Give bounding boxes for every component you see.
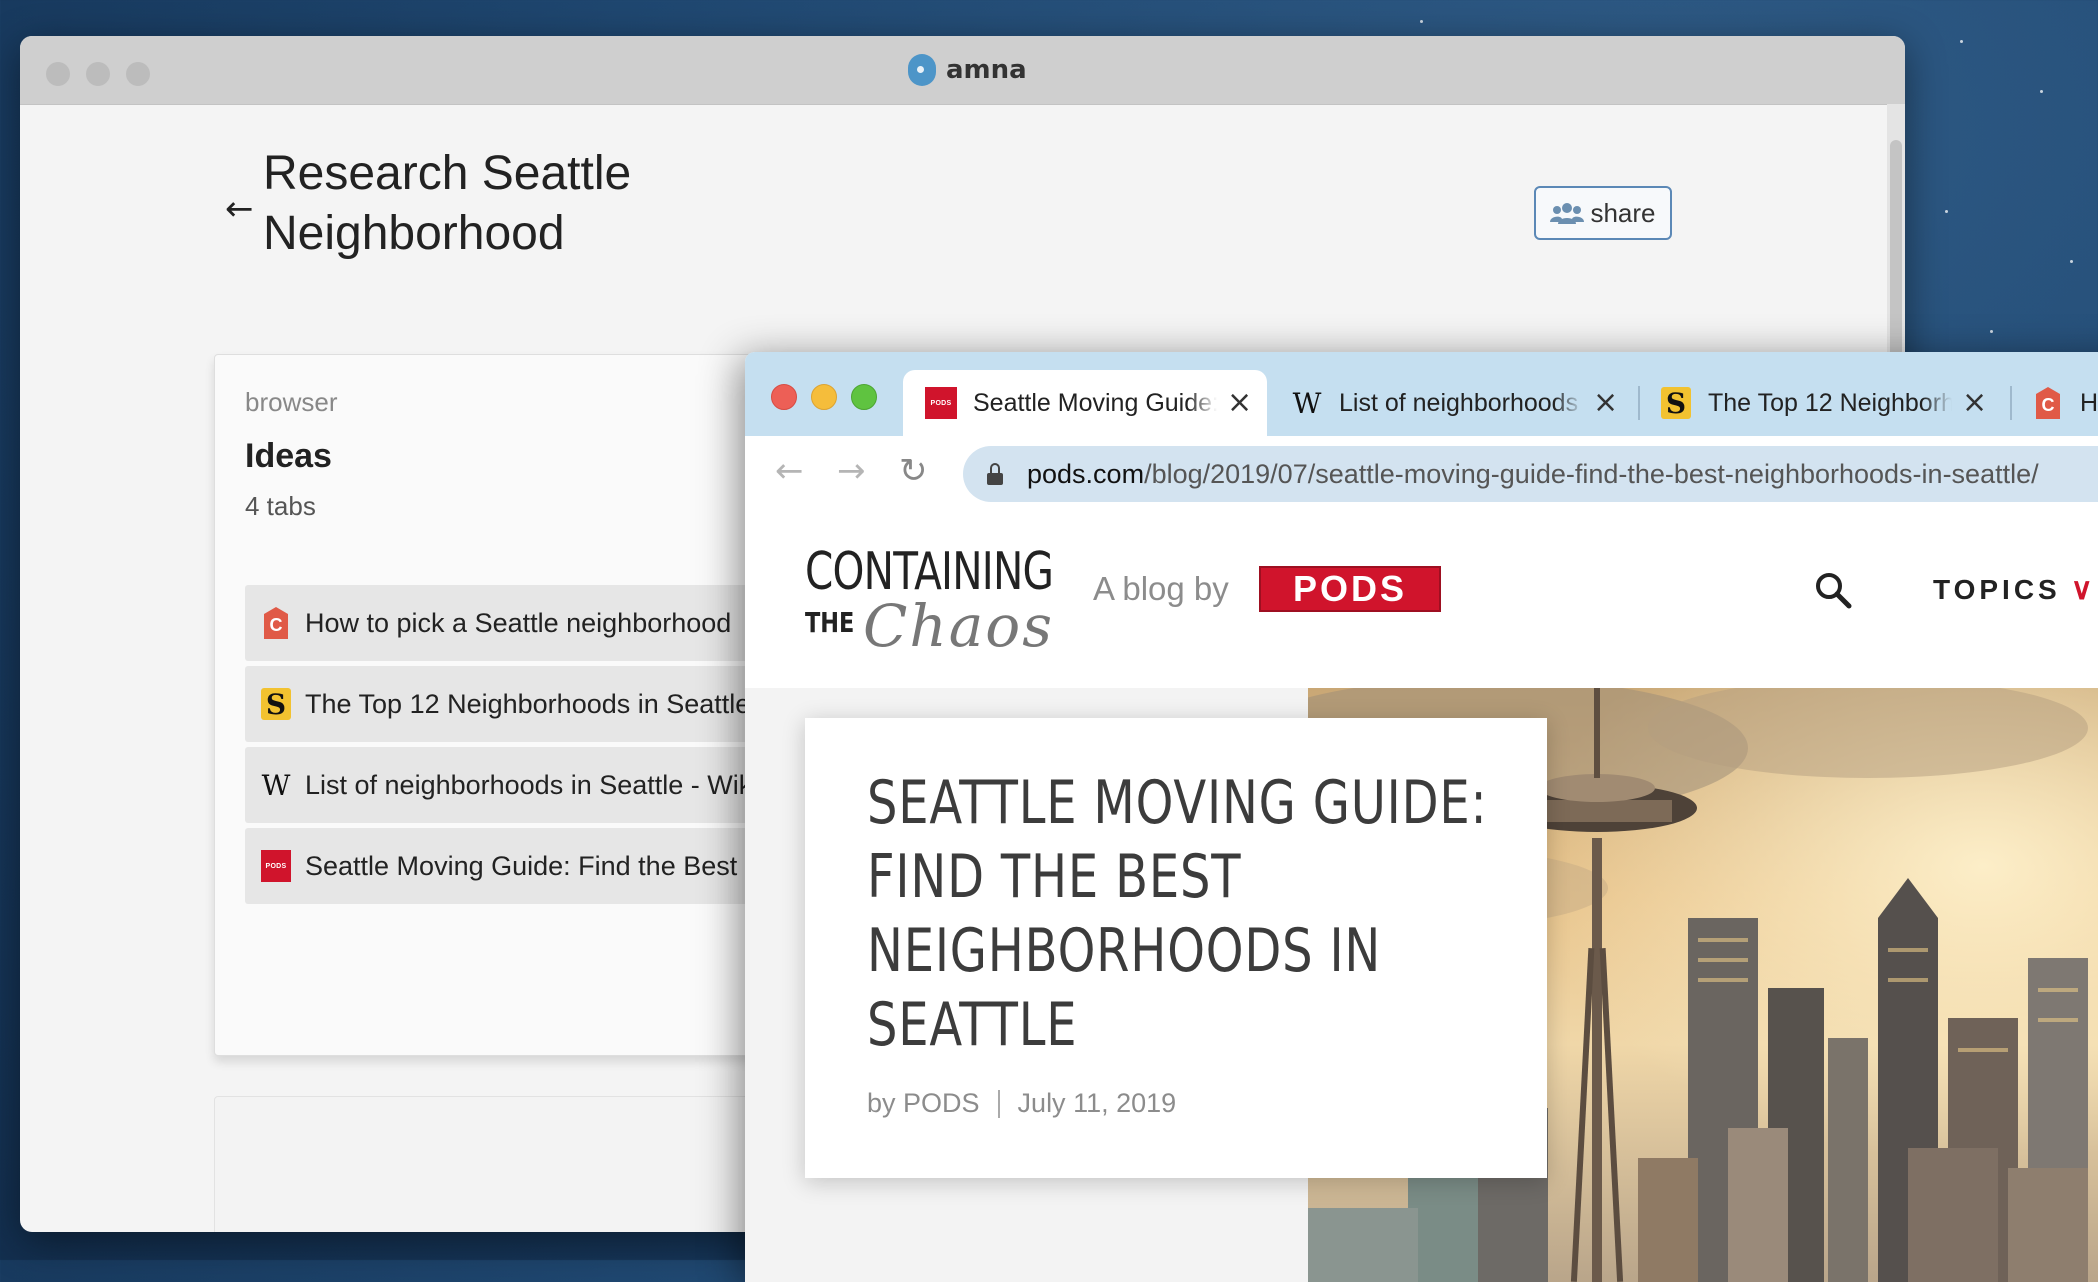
card-kind: browser [245, 387, 338, 417]
card-tab-count: 4 tabs [245, 491, 316, 521]
site-header: CONTAINING THE Chaos A blog by PODS TOPI… [745, 512, 2098, 688]
pods-icon: PODS [925, 387, 957, 419]
browser-tab-title: How to pick [2080, 388, 2098, 417]
browser-window: PODS Seattle Moving Guide: Find the Best… [745, 352, 2098, 1282]
wikipedia-icon: W [1292, 386, 1322, 420]
article-date: July 11, 2019 [1017, 1088, 1177, 1118]
zoom-window-button[interactable] [851, 384, 877, 410]
close-tab-icon[interactable]: × [1962, 388, 1987, 418]
desktop-star [1420, 20, 1423, 23]
minimize-window-button[interactable] [811, 384, 837, 410]
close-tab-icon[interactable]: × [1593, 388, 1618, 418]
card-name: Ideas [245, 437, 332, 475]
desktop-star [1990, 330, 1993, 333]
page-title: Research Seattle Neighborhood [263, 147, 632, 260]
seattle-met-icon: S [261, 687, 291, 721]
article-title-card: SEATTLE MOVING GUIDE: FIND THE BEST NEIG… [805, 718, 1547, 1178]
browser-tab-title: List of neighborhoods in Seattle [1339, 388, 1583, 417]
back-icon[interactable]: ← [775, 454, 804, 488]
browser-tab-title: The Top 12 Neighborhoods [1708, 388, 1952, 417]
search-icon[interactable] [1813, 570, 1853, 610]
seattle-met-icon: S [1660, 387, 1692, 420]
app-name: amna [946, 55, 1027, 85]
browser-tab-title: Seattle Moving Guide: Find the Best [973, 388, 1217, 417]
desktop-star [2070, 260, 2073, 263]
close-window-button[interactable] [771, 384, 797, 410]
address-bar[interactable]: pods.com/blog/2019/07/seattle-moving-gui… [963, 446, 2098, 502]
browser-tab[interactable]: C How to pick [2010, 370, 2098, 436]
saved-tab-title: How to pick a Seattle neighborhood [305, 607, 732, 638]
pods-logo[interactable]: PODS [1259, 566, 1441, 612]
lock-icon [987, 463, 1003, 485]
desktop-star [1960, 40, 1963, 43]
share-button[interactable]: share [1534, 186, 1672, 240]
url-path: /blog/2019/07/seattle-moving-guide-find-… [1144, 458, 2039, 489]
share-label: share [1590, 197, 1656, 228]
article-author[interactable]: by PODS [867, 1088, 980, 1119]
pods-icon: PODS [261, 849, 291, 883]
article-meta: by PODS July 11, 2019 [867, 1088, 1176, 1119]
browser-tab-strip: PODS Seattle Moving Guide: Find the Best… [745, 352, 2098, 436]
curbed-icon: C [2032, 387, 2064, 419]
users-icon [1550, 203, 1585, 224]
topics-menu[interactable]: TOPICS ∨ [1933, 572, 2097, 607]
close-window-button[interactable] [46, 62, 70, 86]
blog-by-text: A blog by [1093, 570, 1229, 607]
browser-tab[interactable]: S The Top 12 Neighborhoods × [1638, 370, 2002, 436]
close-tab-icon[interactable]: × [1227, 388, 1252, 418]
browser-tab-active[interactable]: PODS Seattle Moving Guide: Find the Best… [903, 370, 1267, 436]
logo-chaos: Chaos [863, 592, 1054, 660]
forward-icon[interactable]: → [837, 454, 866, 488]
url-host: pods.com [1027, 458, 1145, 489]
amna-titlebar: amna [20, 36, 1905, 105]
saved-tab-title: The Top 12 Neighborhoods in Seattle [305, 688, 751, 719]
app-title: amna [908, 52, 1027, 88]
curbed-icon: C [261, 606, 291, 640]
wikipedia-icon: W [261, 768, 291, 802]
browser-toolbar: ← → ↻ pods.com/blog/2019/07/seattle-movi… [745, 436, 2098, 513]
topics-label: TOPICS [1933, 573, 2061, 605]
desktop-star [2040, 90, 2043, 93]
back-arrow-icon[interactable]: ← [225, 192, 254, 226]
desktop-star [1945, 210, 1948, 213]
amna-logo-icon [908, 54, 936, 86]
reload-icon[interactable]: ↻ [899, 454, 928, 488]
minimize-window-button[interactable] [86, 62, 110, 86]
meta-divider [997, 1089, 1000, 1118]
containing-the-chaos-logo[interactable]: CONTAINING THE Chaos [805, 542, 1075, 662]
article-hero: SEATTLE MOVING GUIDE: FIND THE BEST NEIG… [745, 688, 2098, 1282]
zoom-window-button[interactable] [126, 62, 150, 86]
chevron-down-icon: ∨ [2070, 573, 2097, 606]
article-title: SEATTLE MOVING GUIDE: FIND THE BEST NEIG… [867, 768, 1488, 1060]
logo-the: THE [805, 606, 855, 639]
browser-tab[interactable]: W List of neighborhoods in Seattle × [1269, 370, 1633, 436]
